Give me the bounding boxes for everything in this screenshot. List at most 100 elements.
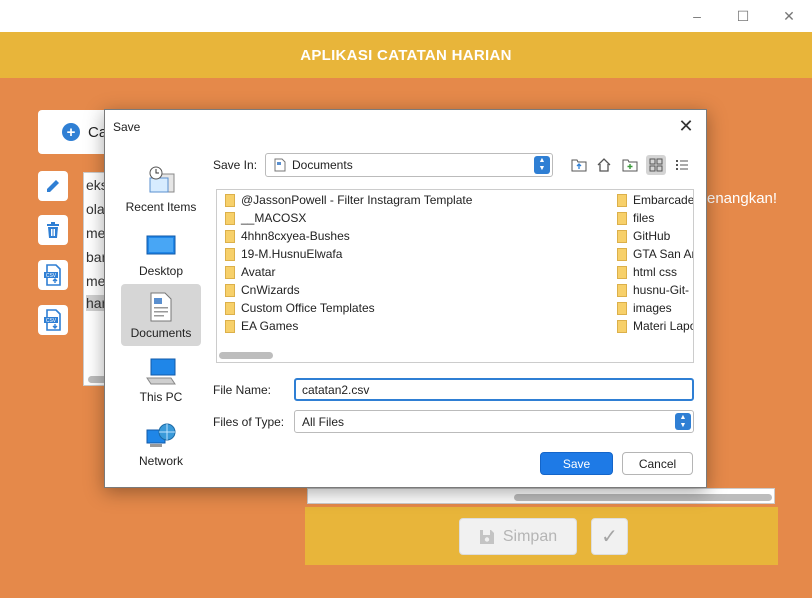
app-title: APLIKASI CATATAN HARIAN (300, 46, 512, 64)
horizontal-scrollbar[interactable] (514, 494, 772, 501)
place-label: Recent Items (125, 200, 197, 214)
folder-item[interactable]: Embarcade (617, 191, 694, 209)
folder-name: Embarcade (633, 193, 694, 207)
home-icon (597, 158, 611, 172)
add-note-button[interactable]: + Ca (38, 110, 108, 154)
dialog-title: Save (113, 120, 141, 134)
place-recent-items[interactable]: Recent Items (121, 158, 201, 220)
documents-icon (150, 292, 172, 322)
list-item[interactable]: me (86, 225, 105, 241)
folder-item[interactable]: Materi Lapo (617, 317, 694, 335)
edit-button[interactable] (38, 171, 68, 201)
folder-icon (225, 211, 235, 225)
cancel-button[interactable]: Cancel (622, 452, 693, 475)
folder-icon (225, 247, 235, 261)
folder-name: EA Games (241, 319, 299, 333)
folder-item[interactable]: html css (617, 263, 677, 281)
list-view-button[interactable] (646, 155, 666, 175)
place-label: Documents (130, 326, 192, 340)
folder-item[interactable]: files (617, 209, 654, 227)
horizontal-scrollbar[interactable] (219, 352, 273, 359)
minimize-button[interactable]: – (674, 0, 720, 32)
folder-icon (225, 229, 235, 243)
folder-icon (617, 265, 627, 279)
dialog-close-button[interactable]: ✕ (676, 116, 696, 136)
folder-icon (617, 319, 627, 333)
file-type-value: All Files (302, 414, 345, 429)
save-in-dropdown[interactable]: Documents ▲ ▼ (265, 153, 553, 177)
grid-view-icon (649, 158, 663, 172)
folder-name: GTA San Ar (633, 247, 694, 261)
folder-item[interactable]: Custom Office Templates (225, 299, 375, 317)
documents-folder-icon (274, 158, 286, 172)
folder-icon (617, 211, 627, 225)
list-item[interactable]: ola (86, 201, 105, 217)
folder-item[interactable]: Avatar (225, 263, 275, 281)
folder-item[interactable]: @JassonPowell - Filter Instagram Templat… (225, 191, 472, 209)
folder-name: Custom Office Templates (241, 301, 375, 315)
export-csv-button[interactable]: CSV (38, 260, 68, 290)
folder-icon (617, 247, 627, 261)
place-label: Network (138, 454, 183, 468)
close-window-button[interactable]: ✕ (766, 0, 812, 32)
folder-item[interactable]: husnu-Git- (617, 281, 689, 299)
folder-item[interactable]: GTA San Ar (617, 245, 694, 263)
folder-item[interactable]: EA Games (225, 317, 298, 335)
simpan-button[interactable]: Simpan (459, 518, 577, 555)
recent-items-icon (149, 166, 175, 193)
delete-button[interactable] (38, 215, 68, 245)
file-list-pane[interactable]: @JassonPowell - Filter Instagram Templat… (216, 189, 694, 363)
new-folder-button[interactable] (620, 155, 640, 175)
folder-name: GitHub (633, 229, 671, 243)
folder-item[interactable]: 19-M.HusnuElwafa (225, 245, 342, 263)
place-network[interactable]: Network (121, 412, 201, 474)
folder-name: 4hhn8cxyea-Bushes (241, 229, 350, 243)
place-desktop[interactable]: Desktop (121, 222, 201, 284)
plus-circle-icon: + (62, 123, 80, 141)
folder-item[interactable]: __MACOSX (225, 209, 306, 227)
folder-name: __MACOSX (241, 211, 307, 225)
save-dialog: Save ✕ Recent Items Desktop Documents Th… (104, 109, 707, 488)
file-type-dropdown[interactable]: All Files ▲ ▼ (294, 410, 694, 433)
folder-icon (617, 229, 627, 243)
folder-icon (225, 283, 235, 297)
save-in-value: Documents (292, 158, 353, 172)
folder-up-icon (571, 159, 587, 172)
up-folder-button[interactable] (569, 155, 589, 175)
details-view-button[interactable] (672, 155, 692, 175)
svg-text:CSV: CSV (46, 318, 57, 324)
app-header: APLIKASI CATATAN HARIAN (0, 32, 812, 78)
folder-item[interactable]: GitHub (617, 227, 670, 245)
confirm-button[interactable]: ✓ (591, 518, 628, 555)
details-view-icon (676, 160, 688, 170)
folder-name: Materi Lapo (633, 319, 694, 333)
folder-name: husnu-Git- (633, 283, 690, 297)
import-csv-button[interactable]: CSV (38, 305, 68, 335)
save-button[interactable]: Save (540, 452, 613, 475)
folder-item[interactable]: images (617, 299, 672, 317)
folder-name: 19-M.HusnuElwafa (241, 247, 343, 261)
folder-item[interactable]: CnWizards (225, 281, 300, 299)
folder-icon (225, 193, 235, 207)
bottom-action-bar: Simpan ✓ (305, 507, 778, 565)
network-icon (146, 423, 176, 447)
list-item[interactable]: me (86, 273, 105, 289)
editor-area[interactable] (307, 488, 775, 504)
simpan-label: Simpan (502, 527, 558, 545)
home-button[interactable] (594, 155, 614, 175)
pencil-icon (47, 180, 59, 192)
folder-icon (617, 301, 627, 315)
file-name-field[interactable] (294, 378, 694, 401)
place-this-pc[interactable]: This PC (121, 348, 201, 410)
csv-import-icon: CSV (44, 309, 61, 331)
place-documents[interactable]: Documents (121, 284, 201, 346)
file-type-label: Files of Type: (213, 415, 285, 429)
folder-icon (617, 283, 627, 297)
save-in-label: Save In: (213, 158, 258, 172)
window-titlebar: – ☐ ✕ (0, 0, 812, 32)
folder-name: CnWizards (241, 283, 300, 297)
editor-text-fragment: enangkan! (707, 190, 778, 207)
folder-item[interactable]: 4hhn8cxyea-Bushes (225, 227, 350, 245)
place-label: Desktop (138, 264, 184, 278)
maximize-button[interactable]: ☐ (720, 0, 766, 32)
